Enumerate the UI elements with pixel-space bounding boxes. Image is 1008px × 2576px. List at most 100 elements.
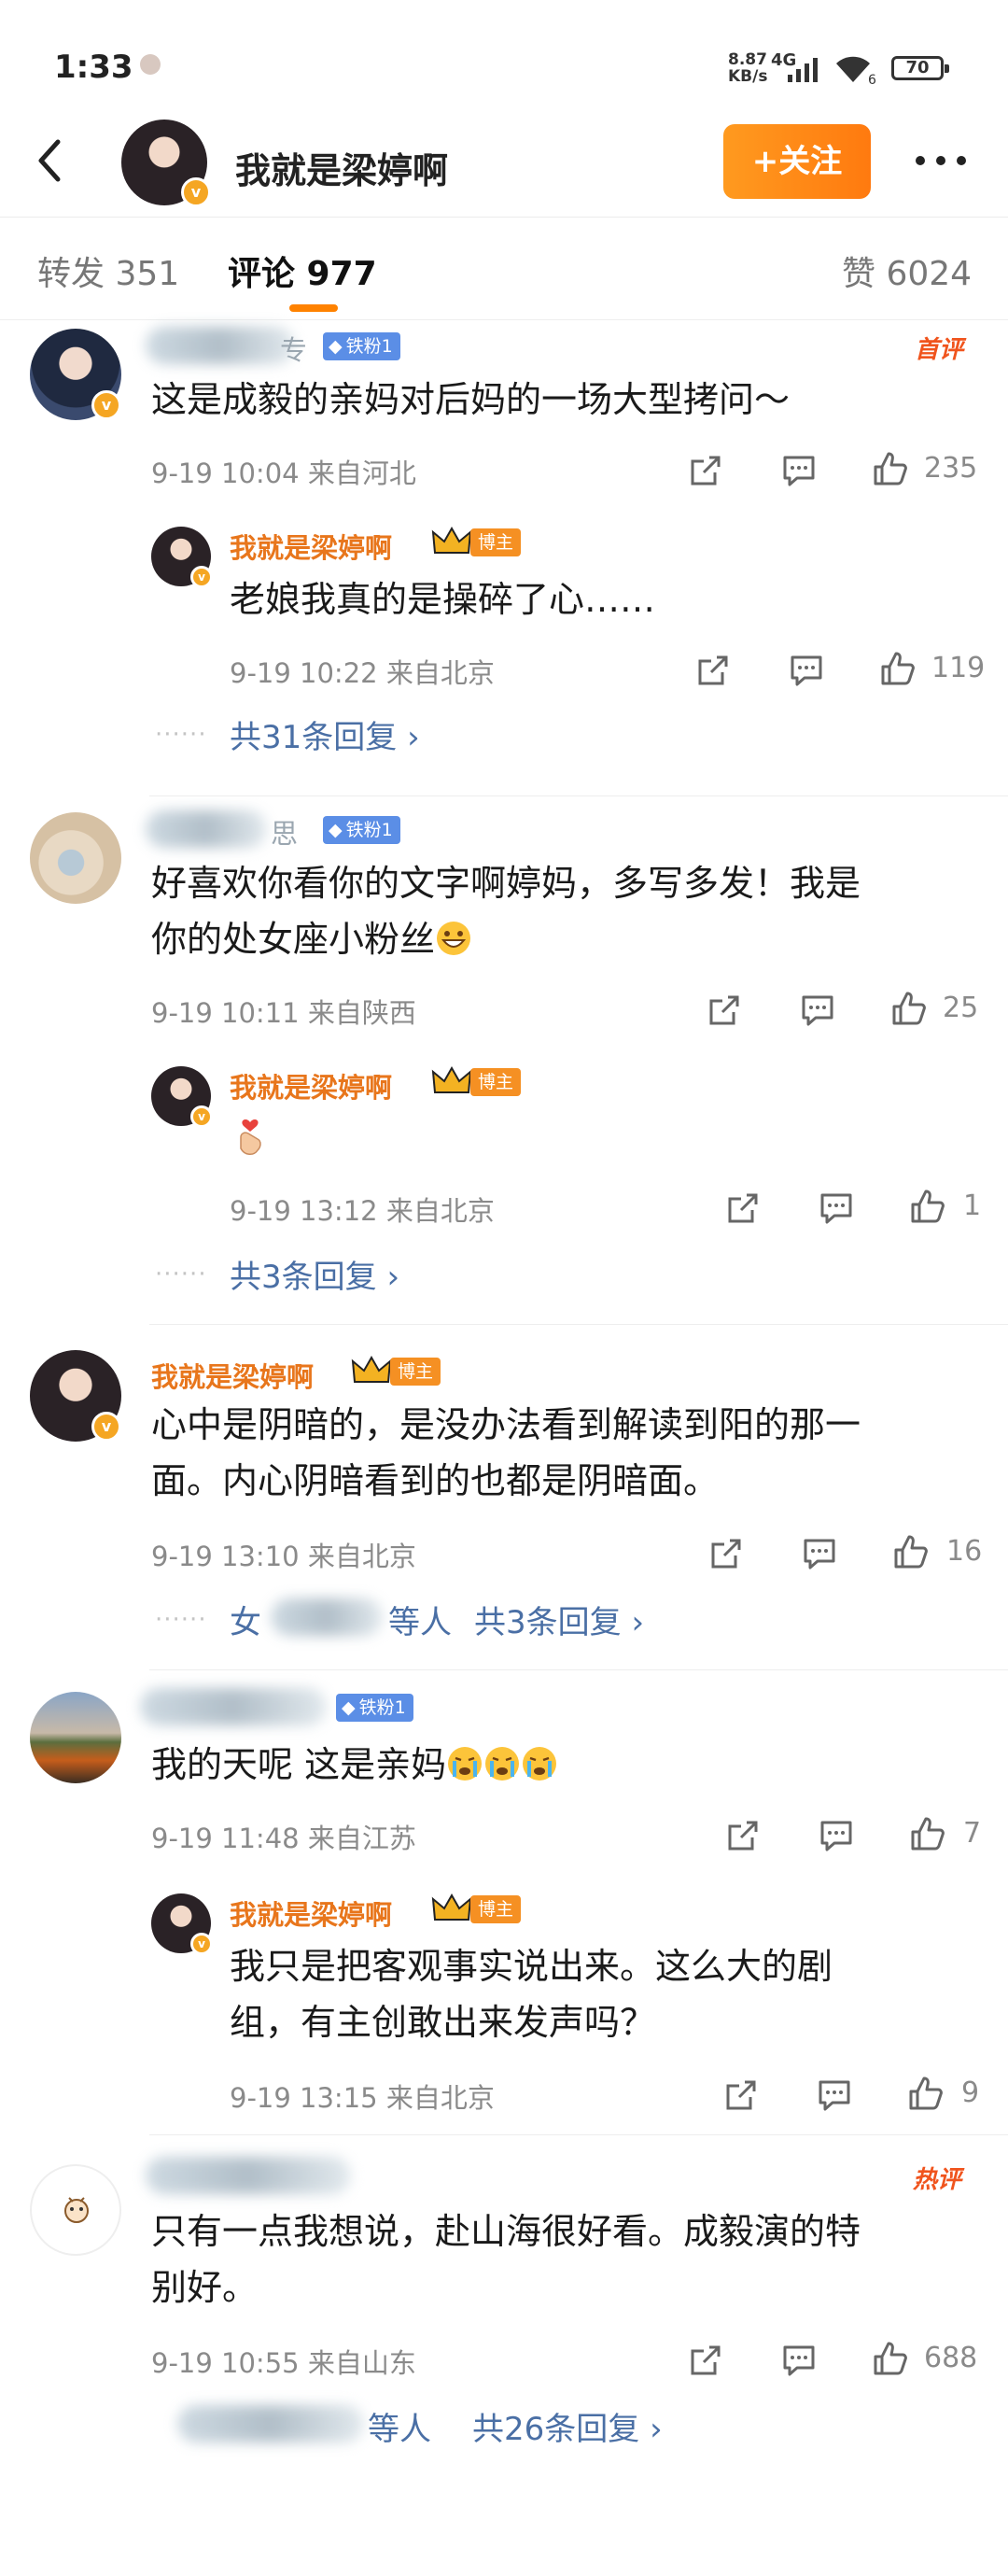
blurred-username [177,2405,364,2442]
finger-heart-emoji-icon [240,1119,261,1155]
follow-button[interactable]: +关注 [723,124,871,199]
crown-icon [351,1355,392,1383]
wifi-number: 6 [868,73,876,88]
comment-icon[interactable] [780,2342,818,2379]
repost-icon[interactable] [724,1189,762,1227]
like-icon[interactable] [907,2075,945,2112]
reply-meta: 9-19 10:22 来自北京 [230,657,495,689]
commenter-name-suffix[interactable]: 思 [271,812,298,852]
author-name[interactable]: 我就是梁婷啊 [235,142,448,193]
commenter-name-suffix[interactable]: 专 [280,329,307,368]
commenter-avatar[interactable] [30,1692,121,1783]
view-replies-link[interactable]: 共3条回复 › [230,1251,399,1297]
commenter-avatar[interactable] [30,2164,121,2256]
comment-item: ◆ 铁粉1 我的天呢 这是亲妈 9-19 11:48 来自江苏 7 v 我就是梁婷… [0,1681,1008,2119]
like-count: 1 [963,1189,982,1222]
comment-icon[interactable] [801,1535,838,1572]
like-count: 688 [924,2342,978,2374]
comment-text: 这是成毅的亲妈对后妈的一场大型拷问～ [151,379,791,420]
comment-item: v 我就是梁婷啊 博主 心中是阴暗的，是没办法看到解读到阳的那一 面。内心阴暗看… [0,1341,1008,1658]
view-replies-link[interactable]: 共26条回复 › [472,2403,663,2449]
verified-badge-icon: v [91,1412,121,1442]
repliers-suffix[interactable]: 等人 [368,2403,431,2449]
replies-dots: ······ [155,721,207,749]
divider [149,795,1008,796]
notification-icon [140,54,161,75]
repost-icon[interactable] [687,2342,724,2379]
like-icon[interactable] [890,990,928,1027]
fan-badge: ◆ 铁粉1 [323,816,400,844]
reply-text: 老娘我真的是操碎了心…… [230,579,656,620]
repost-icon[interactable] [706,992,743,1029]
view-replies-link[interactable]: 共3条回复 › [474,1597,644,1642]
comment-icon[interactable] [818,1189,855,1227]
repliers-prefix[interactable]: 女 [230,1597,261,1642]
repliers-suffix[interactable]: 等人 [388,1597,452,1642]
blogger-badge: 博主 [470,1068,522,1096]
reply-author-avatar[interactable]: v [151,527,213,588]
tab-comments[interactable]: 评论 977 [228,246,377,295]
like-icon[interactable] [879,650,917,687]
repost-icon[interactable] [694,652,732,689]
like-icon[interactable] [872,2340,909,2377]
comment-meta: 9-19 10:11 来自陕西 [151,997,416,1029]
comment-icon[interactable] [788,652,825,689]
more-options-icon[interactable] [913,151,969,170]
first-comment-badge: 首评 [915,336,964,364]
blurred-username [140,1688,327,1725]
crying-emoji-icon [448,1747,483,1781]
comment-item: v 专 ◆ 铁粉1 首评 这是成毅的亲妈对后妈的一场大型拷问～ 9-19 10:0… [0,319,1008,777]
reply-author-name[interactable]: 我就是梁婷啊 [230,527,392,566]
divider [149,1324,1008,1325]
comment-meta: 9-19 10:04 来自河北 [151,457,416,489]
blurred-username [146,2157,351,2194]
fan-badge: ◆ 铁粉1 [323,332,400,360]
like-icon[interactable] [909,1815,946,1852]
post-tabs: 转发 351 评论 977 赞 6024 [0,217,1008,320]
repost-icon[interactable] [687,452,724,489]
comment-icon[interactable] [818,1817,855,1854]
like-icon[interactable] [909,1188,946,1225]
comment-meta: 9-19 11:48 来自江苏 [151,1823,416,1854]
tab-likes[interactable]: 赞 6024 [842,246,972,295]
reply-author-name[interactable]: 我就是梁婷啊 [230,1066,392,1105]
hot-comment-badge: 热评 [913,2166,962,2194]
comment-icon[interactable] [799,992,836,1029]
repost-icon[interactable] [707,1535,745,1572]
verified-badge-icon: v [190,1933,213,1955]
reply-meta: 9-19 13:15 来自北京 [230,2082,495,2114]
divider [149,2134,1008,2135]
blurred-username [271,1598,383,1636]
like-count: 25 [943,992,979,1024]
like-count: 16 [946,1535,983,1568]
commenter-avatar[interactable]: v [30,1350,121,1442]
repost-icon[interactable] [722,2076,760,2114]
commenter-avatar[interactable]: v [30,329,121,420]
like-count: 9 [961,2076,980,2109]
top-bar: v 我就是梁婷啊 +关注 [0,112,1008,218]
view-replies-link[interactable]: 共31条回复 › [230,711,420,757]
back-arrow-icon[interactable] [28,133,75,189]
reply-author-avatar[interactable]: v [151,1893,213,1955]
grin-emoji-icon [437,922,471,955]
author-avatar[interactable]: v [121,120,211,207]
tab-reposts[interactable]: 转发 351 [37,246,179,295]
comment-icon[interactable] [816,2076,853,2114]
like-icon[interactable] [872,450,909,487]
status-bar: 1:33 8.87 KB/s 4G 6 70 [0,0,1008,112]
battery-icon: 70 [891,56,949,80]
verified-badge-icon: v [190,1105,213,1128]
divider [149,1669,1008,1670]
repost-icon[interactable] [724,1817,762,1854]
commenter-avatar[interactable] [30,812,121,904]
comment-icon[interactable] [780,452,818,489]
replies-dots: ······ [155,1606,207,1634]
reply-author-name[interactable]: 我就是梁婷啊 [230,1893,392,1933]
comment-text: 心中是阴暗的，是没办法看到解读到阳的那一 面。内心阴暗看到的也都是阴暗面。 [151,1404,861,1501]
crying-emoji-icon [485,1747,520,1781]
like-icon[interactable] [892,1533,930,1570]
reply-author-avatar[interactable]: v [151,1066,213,1128]
crown-icon [431,526,472,554]
wifi-icon [836,56,870,82]
commenter-name[interactable]: 我就是梁婷啊 [151,1356,314,1395]
